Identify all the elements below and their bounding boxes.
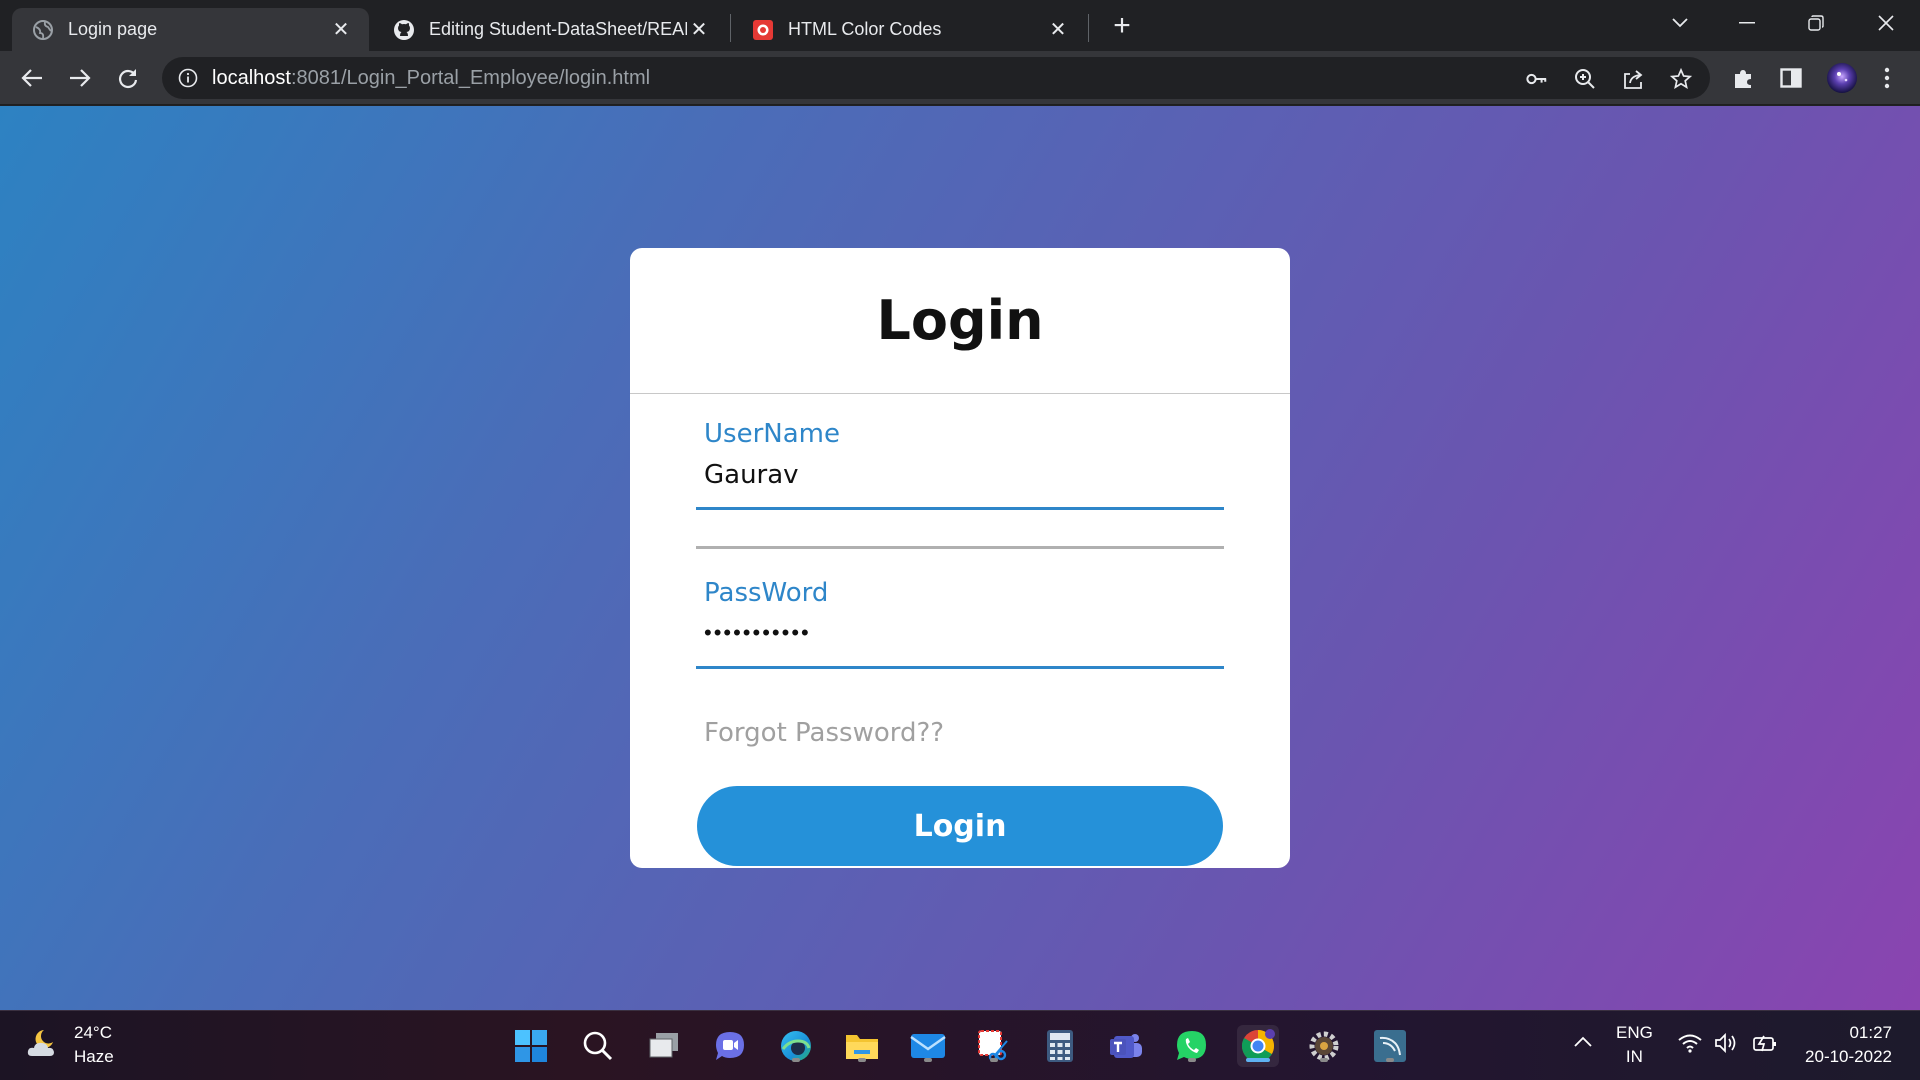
restore-icon[interactable] [1796, 8, 1836, 38]
running-indicator [990, 1058, 998, 1062]
login-button[interactable]: Login [697, 786, 1223, 866]
running-indicator [1386, 1058, 1394, 1062]
close-icon[interactable]: ✕ [687, 18, 711, 42]
tab-separator [730, 14, 731, 42]
reload-icon[interactable] [113, 63, 143, 93]
new-tab-plus-icon[interactable]: + [1107, 11, 1137, 42]
github-icon [393, 19, 415, 41]
clock-time: 01:27 [1849, 1023, 1892, 1042]
running-indicator [792, 1058, 800, 1062]
field-divider [696, 546, 1224, 549]
wifi-icon[interactable] [1678, 1033, 1702, 1060]
extensions-puzzle-icon[interactable] [1730, 65, 1756, 91]
window-close-icon[interactable] [1866, 8, 1906, 38]
tab-html-color-codes[interactable]: HTML Color Codes ✕ [732, 8, 1086, 51]
show-hidden-icons-chevron-icon[interactable] [1573, 1031, 1593, 1055]
running-indicator [1188, 1058, 1196, 1062]
tab-title: HTML Color Codes [788, 19, 942, 39]
color-picker-icon [752, 19, 774, 41]
password-underline [696, 666, 1224, 669]
url-host: localhost [212, 67, 291, 89]
close-icon[interactable]: ✕ [1046, 18, 1070, 42]
password-input[interactable]: ••••••••••• [704, 620, 811, 646]
windows-taskbar: 24°C Haze ENG IN 01:27 20-10-2022 [0, 1010, 1920, 1080]
region-code: IN [1625, 1047, 1643, 1066]
tab-github-editing[interactable]: Editing Student-DataSheet/README ✕ [373, 8, 727, 51]
zoom-icon[interactable] [1574, 68, 1596, 90]
forgot-password-link[interactable]: Forgot Password?? [704, 718, 944, 748]
browser-tab-bar: Login page ✕ Editing Student-DataSheet/R… [0, 0, 1920, 51]
back-arrow-icon[interactable] [17, 63, 47, 93]
tab-login-page[interactable]: Login page ✕ [12, 8, 369, 51]
weather-description: Haze [74, 1047, 114, 1066]
menu-kebab-icon[interactable] [1874, 65, 1900, 91]
minimize-icon[interactable] [1727, 8, 1767, 38]
running-indicator [1320, 1058, 1328, 1062]
title-divider [630, 393, 1290, 394]
weather-widget[interactable]: 24°C Haze [26, 1021, 114, 1069]
teams-chat-icon[interactable] [709, 1025, 751, 1067]
volume-icon[interactable] [1714, 1032, 1740, 1060]
task-view-icon[interactable] [643, 1025, 685, 1067]
login-card: Login UserName Gaurav PassWord •••••••••… [630, 248, 1290, 868]
close-icon[interactable]: ✕ [329, 18, 353, 42]
password-label: PassWord [704, 578, 829, 608]
bookmark-star-icon[interactable] [1670, 68, 1692, 90]
tab-separator [1088, 14, 1089, 42]
site-info-icon[interactable] [178, 68, 198, 88]
login-title: Login [876, 289, 1044, 352]
clock[interactable]: 01:27 20-10-2022 [1800, 1021, 1892, 1069]
calculator-icon[interactable] [1039, 1025, 1081, 1067]
clock-date: 20-10-2022 [1805, 1047, 1892, 1066]
username-label: UserName [704, 419, 840, 449]
url-path: :8081/Login_Portal_Employee/login.html [290, 67, 651, 89]
microsoft-teams-icon[interactable] [1105, 1025, 1147, 1067]
running-indicator-active [1246, 1058, 1270, 1062]
forward-arrow-icon[interactable] [65, 63, 95, 93]
language-indicator[interactable]: ENG IN [1616, 1021, 1653, 1069]
tab-title: Login page [68, 19, 158, 39]
username-underline [696, 507, 1224, 510]
language-code: ENG [1616, 1023, 1653, 1042]
username-input[interactable]: Gaurav [704, 460, 799, 490]
address-bar[interactable]: localhost:8081/Login_Portal_Employee/log… [162, 57, 1710, 99]
profile-avatar[interactable] [1826, 62, 1858, 94]
weather-cloud-moon-icon [26, 1026, 62, 1065]
globe-icon [32, 19, 54, 41]
tab-search-chevron-icon[interactable] [1660, 8, 1700, 38]
running-indicator [924, 1058, 932, 1062]
page-viewport: Login UserName Gaurav PassWord •••••••••… [0, 106, 1920, 1010]
address-url[interactable]: localhost:8081/Login_Portal_Employee/log… [212, 67, 650, 90]
key-icon[interactable] [1526, 68, 1548, 90]
windows-start-icon[interactable] [510, 1025, 552, 1067]
weather-temperature: 24°C [74, 1023, 112, 1042]
tab-title: Editing Student-DataSheet/README [429, 19, 687, 39]
browser-toolbar: localhost:8081/Login_Portal_Employee/log… [0, 51, 1920, 105]
running-indicator [858, 1058, 866, 1062]
share-icon[interactable] [1622, 68, 1644, 90]
search-icon[interactable] [577, 1025, 619, 1067]
side-panel-icon[interactable] [1778, 65, 1804, 91]
battery-charging-icon[interactable] [1752, 1033, 1778, 1060]
